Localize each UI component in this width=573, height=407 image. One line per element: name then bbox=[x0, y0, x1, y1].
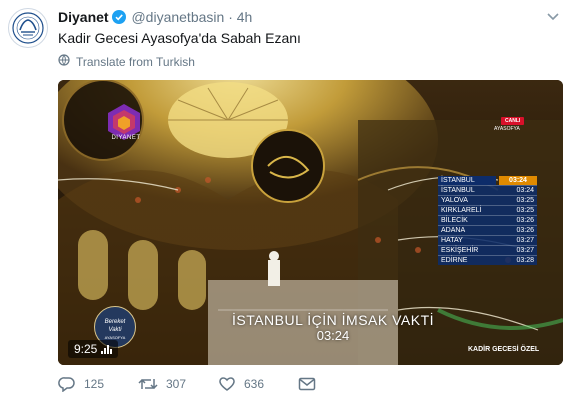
table-row: ESKİŞEHİR 03:27 bbox=[438, 245, 537, 255]
audio-bars-icon bbox=[101, 344, 113, 354]
imsak-time: 03:24 bbox=[316, 328, 350, 343]
live-badge: CANLI bbox=[501, 117, 525, 125]
separator-dot: · bbox=[228, 9, 233, 25]
translate-label: Translate from Turkish bbox=[76, 54, 195, 69]
row-time: 03:25 bbox=[516, 207, 534, 214]
channel-logo-text: DIYANET bbox=[111, 135, 141, 141]
chevron-down-icon[interactable] bbox=[547, 10, 559, 24]
prayer-times-header: İSTANBUL 03:24 bbox=[438, 176, 537, 185]
row-city: ESKİŞEHİR bbox=[441, 247, 479, 254]
row-city: YALOVA bbox=[441, 197, 468, 204]
tweet-header: Diyanet @diyanetbasin · 4h bbox=[58, 8, 252, 28]
row-city: BİLECİK bbox=[441, 217, 468, 224]
reply-button[interactable]: 125 bbox=[58, 376, 138, 392]
tweet-text: Kadir Gecesi Ayasofya'da Sabah Ezanı bbox=[58, 30, 301, 46]
retweet-count: 307 bbox=[166, 377, 187, 391]
like-button[interactable]: 636 bbox=[218, 376, 298, 392]
row-time: 03:26 bbox=[516, 227, 534, 234]
video-player[interactable]: DIYANET CANLI AYASOFYA İSTANBUL 03:24 İS… bbox=[58, 80, 563, 365]
reply-count: 125 bbox=[84, 377, 105, 391]
table-row: KIRKLARELİ 03:25 bbox=[438, 205, 537, 215]
message-icon bbox=[298, 377, 316, 391]
retweet-button[interactable]: 307 bbox=[138, 376, 218, 392]
tweet-actions: 125 307 636 bbox=[58, 376, 378, 392]
header-city: İSTANBUL bbox=[438, 176, 496, 185]
video-duration[interactable]: 9:25 bbox=[68, 340, 119, 358]
reply-icon bbox=[58, 376, 76, 392]
prayer-times-table: İSTANBUL 03:24 İSTANBUL 03:24 YALOVA 03:25… bbox=[438, 176, 537, 265]
row-time: 03:27 bbox=[516, 237, 534, 244]
program-badge-line: Vakti bbox=[108, 327, 122, 333]
table-row: HATAY 03:27 bbox=[438, 235, 537, 245]
header-time: 03:24 bbox=[499, 176, 537, 185]
table-row: İSTANBUL 03:24 bbox=[438, 185, 537, 195]
row-time: 03:25 bbox=[516, 197, 534, 204]
verified-badge-icon bbox=[111, 10, 126, 28]
row-city: ADANA bbox=[441, 227, 466, 234]
table-row: EDİRNE 03:28 bbox=[438, 255, 537, 265]
row-city: KIRKLARELİ bbox=[441, 207, 482, 214]
user-handle[interactable]: @diyanetbasin bbox=[131, 9, 224, 25]
row-time: 03:27 bbox=[516, 247, 534, 254]
row-time: 03:24 bbox=[516, 187, 534, 194]
avatar[interactable] bbox=[8, 8, 48, 48]
program-badge-line: Bereket bbox=[104, 319, 126, 325]
translate-link[interactable]: Translate from Turkish bbox=[58, 54, 195, 69]
diyanet-logo-icon bbox=[12, 12, 44, 44]
live-location: AYASOFYA bbox=[494, 126, 520, 132]
imsak-title: İSTANBUL İÇİN İMSAK VAKTİ bbox=[231, 312, 435, 328]
row-time: 03:28 bbox=[516, 257, 534, 264]
table-row: BİLECİK 03:26 bbox=[438, 215, 537, 225]
row-city: HATAY bbox=[441, 237, 463, 244]
program-name: KADİR GECESİ ÖZEL bbox=[468, 346, 540, 353]
retweet-icon bbox=[138, 376, 158, 392]
duration-text: 9:25 bbox=[74, 342, 98, 356]
like-icon bbox=[218, 376, 236, 392]
timestamp[interactable]: 4h bbox=[237, 9, 253, 25]
table-row: YALOVA 03:25 bbox=[438, 195, 537, 205]
display-name[interactable]: Diyanet bbox=[58, 9, 109, 25]
row-time: 03:26 bbox=[516, 217, 534, 224]
direct-message-button[interactable] bbox=[298, 377, 378, 391]
like-count: 636 bbox=[244, 377, 265, 391]
globe-icon bbox=[58, 54, 70, 69]
row-city: EDİRNE bbox=[441, 257, 468, 264]
table-row: ADANA 03:26 bbox=[438, 225, 537, 235]
row-city: İSTANBUL bbox=[441, 187, 475, 194]
